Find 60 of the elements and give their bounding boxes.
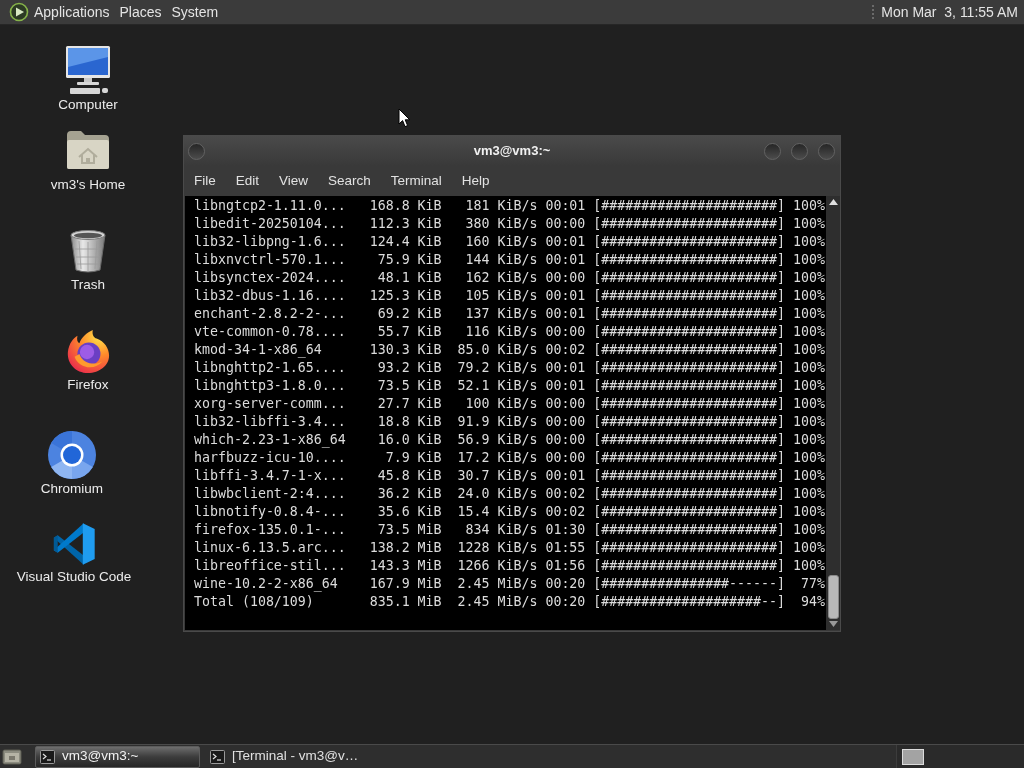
scroll-up-arrow-icon[interactable] (828, 199, 838, 205)
terminal-icon (40, 749, 55, 764)
terminal-line: libwbclient-2:4.... 36.2 KiB 24.0 KiB/s 00:02 [######################] 100% (194, 485, 825, 503)
menu-item[interactable]: Help (451, 168, 500, 194)
mouse-pointer-icon (398, 108, 411, 128)
terminal-line: wine-10.2-2-x86_64 167.9 MiB 2.45 MiB/s 00:20 [################------] 77% (194, 575, 825, 593)
trash-can-icon[interactable] (68, 229, 108, 274)
window-title: vm3@vm3:~ (473, 142, 551, 161)
scrollbar-thumb[interactable] (827, 575, 839, 619)
desktop-icon-label[interactable]: Computer (58, 97, 118, 113)
window-thumbnail (902, 748, 924, 765)
desktop-icon-label[interactable]: Firefox (67, 377, 109, 393)
terminal-line: libsynctex-2024.... 48.1 KiB 162 KiB/s 00:00 [######################] 100% (194, 269, 825, 287)
ribbon-logo-icon[interactable] (52, 522, 96, 566)
menu-logo-icon[interactable] (9, 2, 29, 22)
scrollbar[interactable] (826, 196, 840, 630)
terminal-line: vte-common-0.78.... 55.7 KiB 116 KiB/s 00:00 [######################] 100% (194, 323, 825, 341)
menu-item[interactable]: File (184, 168, 226, 194)
terminal-line: enchant-2.8.2-2-... 69.2 KiB 137 KiB/s 00:01 [######################] 100% (194, 305, 825, 323)
menu-item[interactable]: Search (318, 168, 381, 194)
terminal-line: libngtcp2-1.11.0... 168.8 KiB 181 KiB/s 00:01 [######################] 100% (194, 197, 825, 215)
drag-handle-icon[interactable] (872, 4, 875, 20)
menu-item[interactable]: Edit (225, 168, 270, 194)
scroll-down-arrow-icon[interactable] (828, 621, 838, 627)
terminal-line: libnghttp2-1.65.... 93.2 KiB 79.2 KiB/s 00:01 [######################] 100% (194, 359, 825, 377)
terminal-line: libnghttp3-1.8.0... 73.5 KiB 52.1 KiB/s 00:01 [######################] 100% (194, 377, 825, 395)
desktop-icon-label[interactable]: vm3's Home (50, 177, 126, 193)
ring-logo-icon[interactable] (48, 431, 96, 479)
terminal-line: kmod-34-1-x86_64 130.3 KiB 85.0 KiB/s 00:02 [######################] 100% (194, 341, 825, 359)
terminal-line: which-2.23-1-x86_64 16.0 KiB 56.9 KiB/s 00:00 [######################] 100% (194, 431, 825, 449)
clock[interactable]: Mon Mar 3, 11:55 AM (881, 1, 1018, 23)
show-desktop-icon[interactable] (2, 747, 22, 766)
terminal-line: libedit-20250104... 112.3 KiB 380 KiB/s 00:00 [######################] 100% (194, 215, 825, 233)
terminal-icon (210, 749, 225, 764)
terminal-line: firefox-135.0.1-... 73.5 MiB 834 KiB/s 01:30 [######################] 100% (194, 521, 825, 539)
terminal-line: lib32-dbus-1.16.... 125.3 KiB 105 KiB/s 00:01 [######################] 100% (194, 287, 825, 305)
menu-item[interactable]: Terminal (380, 168, 452, 194)
terminal-line: xorg-server-comm... 27.7 KiB 100 KiB/s 00:00 [######################] 100% (194, 395, 825, 413)
terminal-line: libxnvctrl-570.1... 75.9 KiB 144 KiB/s 00:01 [######################] 100% (194, 251, 825, 269)
panel-menu[interactable]: Applications (29, 0, 115, 24)
computer-monitor-icon[interactable] (64, 45, 112, 95)
menu-item[interactable]: View (269, 168, 319, 194)
terminal-line: lib32-libffi-3.4... 18.8 KiB 91.9 KiB/s 00:00 [######################] 100% (194, 413, 825, 431)
taskbar-button[interactable]: [Terminal - vm3@v… (205, 745, 370, 768)
terminal-line: lib32-libpng-1.6... 124.4 KiB 160 KiB/s 00:01 [######################] 100% (194, 233, 825, 251)
desktop-icon-label[interactable]: Visual Studio Code (16, 569, 132, 585)
taskbar-button[interactable]: vm3@vm3:~ (35, 745, 200, 768)
terminal-line: linux-6.13.5.arc... 138.2 MiB 1228 KiB/s 01:55 [######################] 100% (194, 539, 825, 557)
desktop-icon-label[interactable]: Trash (71, 277, 105, 293)
terminal-line: libreoffice-stil... 143.3 MiB 1266 KiB/s 01:56 [######################] 100% (194, 557, 825, 575)
flame-globe-icon[interactable] (65, 327, 111, 375)
terminal-line: harfbuzz-icu-10.... 7.9 KiB 17.2 KiB/s 00:00 [######################] 100% (194, 449, 825, 467)
terminal-line: libnotify-0.8.4-... 35.6 KiB 15.4 KiB/s 00:02 [######################] 100% (194, 503, 825, 521)
desktop-icon-label[interactable]: Chromium (40, 481, 104, 497)
workspace-switcher[interactable] (896, 745, 1024, 768)
terminal-line: Total (108/109) 835.1 MiB 2.45 MiB/s 00:20 [####################--] 94% (194, 593, 825, 611)
panel-menu[interactable]: System (166, 0, 224, 24)
panel-menu[interactable]: Places (114, 0, 167, 24)
terminal-line: libffi-3.4.7-1-x... 45.8 KiB 30.7 KiB/s 00:01 [######################] 100% (194, 467, 825, 485)
home-folder-icon[interactable] (66, 130, 110, 170)
